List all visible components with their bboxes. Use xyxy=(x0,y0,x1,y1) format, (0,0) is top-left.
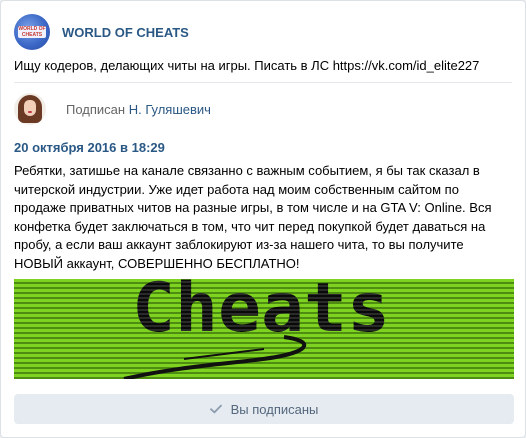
subscribed-button[interactable]: Вы подписаны xyxy=(14,394,514,424)
post-date-link[interactable]: 20 октября 2016 в 18:29 xyxy=(14,140,165,155)
group-header: WORLD OF CHEATS WORLD OF CHEATS xyxy=(14,14,189,50)
post-image[interactable]: Cheats xyxy=(14,279,514,379)
subscribed-button-label: Вы подписаны xyxy=(230,401,319,417)
cheats-logo: Cheats xyxy=(123,279,390,379)
divider xyxy=(14,82,512,83)
subscribed-prefix: Подписан xyxy=(66,101,126,117)
group-status: Ищу кодеров, делающих читы на игры. Писа… xyxy=(14,58,480,73)
group-card: WORLD OF CHEATS WORLD OF CHEATS Ищу коде… xyxy=(0,0,526,438)
group-avatar-badge: WORLD OF CHEATS xyxy=(18,26,46,38)
subscribed-text: Подписан Н. Гуляшевич xyxy=(66,102,211,117)
user-avatar[interactable] xyxy=(14,93,46,125)
group-avatar[interactable]: WORLD OF CHEATS xyxy=(14,14,50,50)
group-avatar-text: WORLD OF CHEATS xyxy=(18,26,46,38)
cheats-word: Cheats xyxy=(132,279,390,348)
subscriber-row: Подписан Н. Гуляшевич xyxy=(14,93,211,125)
subscriber-name-link[interactable]: Н. Гуляшевич xyxy=(129,102,211,117)
post-text: Ребятки, затишье на канале связанно с ва… xyxy=(14,163,492,271)
check-icon xyxy=(209,404,222,414)
group-name[interactable]: WORLD OF CHEATS xyxy=(62,25,189,40)
